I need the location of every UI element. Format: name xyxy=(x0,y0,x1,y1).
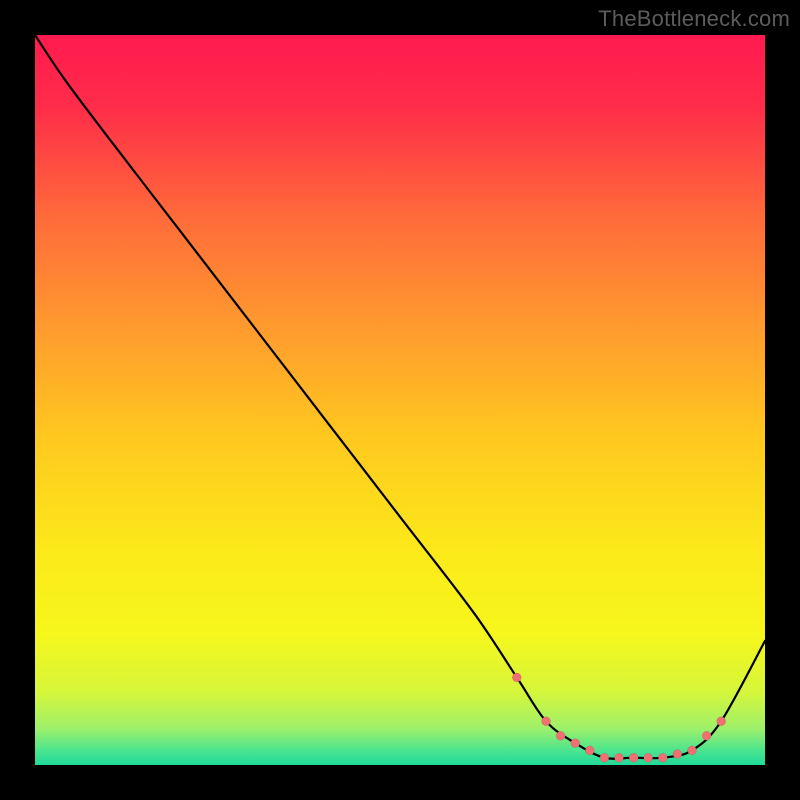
marker-dot xyxy=(688,746,697,755)
marker-dot xyxy=(542,717,551,726)
marker-dot xyxy=(644,753,653,762)
marker-dot xyxy=(717,717,726,726)
marker-dot xyxy=(512,673,521,682)
plot-area xyxy=(35,35,765,765)
marker-dot xyxy=(615,753,624,762)
marker-dot xyxy=(673,750,682,759)
marker-dot xyxy=(629,753,638,762)
optimal-range-dots xyxy=(512,673,725,762)
watermark-text: TheBottleneck.com xyxy=(598,6,790,32)
marker-dot xyxy=(702,731,711,740)
marker-dot xyxy=(658,753,667,762)
marker-dot xyxy=(571,739,580,748)
marker-dot xyxy=(600,753,609,762)
curve-layer xyxy=(35,35,765,765)
marker-dot xyxy=(585,746,594,755)
chart-container: TheBottleneck.com xyxy=(0,0,800,800)
marker-dot xyxy=(556,731,565,740)
bottleneck-curve xyxy=(35,35,765,759)
